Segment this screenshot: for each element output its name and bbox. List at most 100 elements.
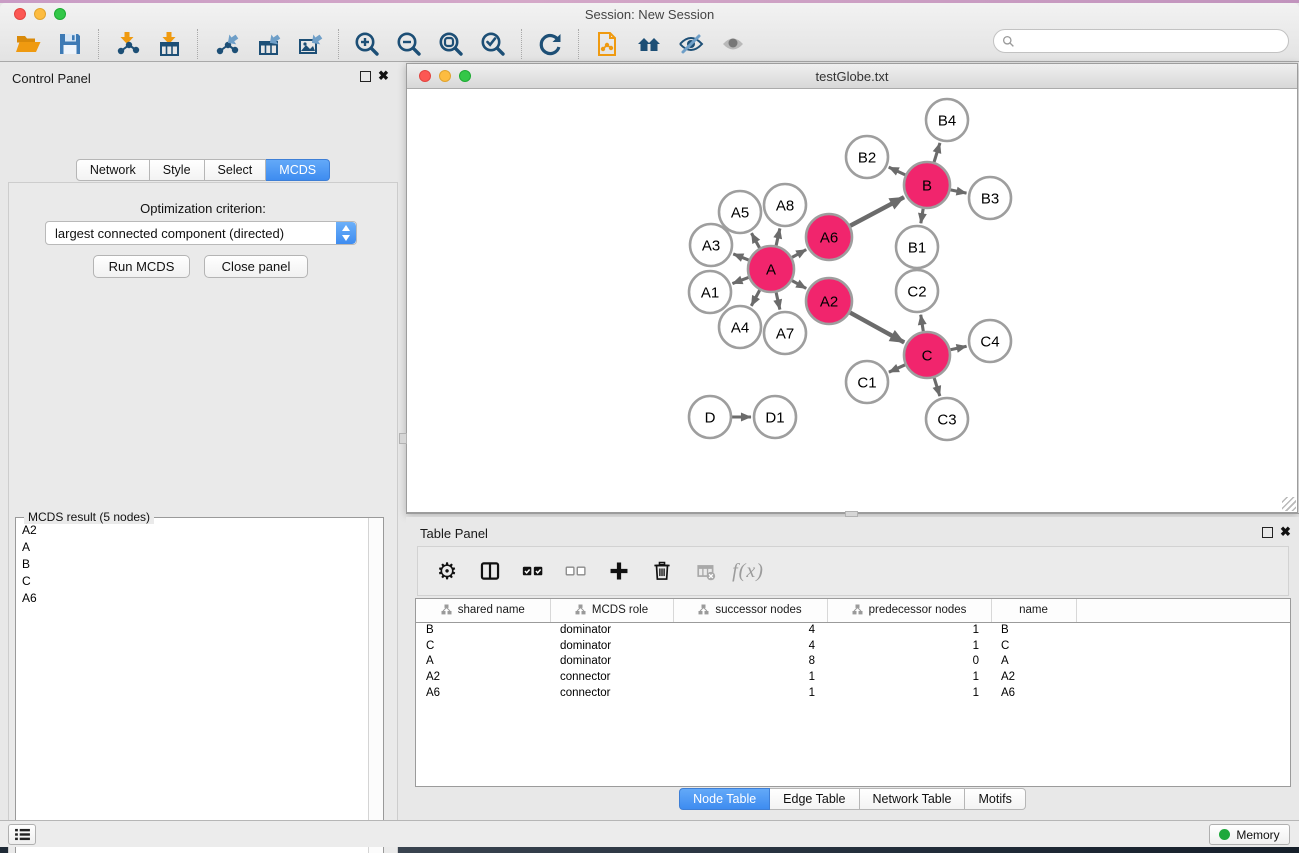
table-cell[interactable]: 1	[827, 638, 991, 654]
export-network-icon[interactable]	[212, 30, 240, 58]
table-cell[interactable]: A	[416, 653, 550, 669]
graph-edge-A2-C[interactable]	[850, 313, 904, 343]
graph-node-A2[interactable]: A2	[806, 278, 852, 324]
memory-button[interactable]: Memory	[1209, 824, 1290, 845]
table-close-panel-icon[interactable]: ✖	[1280, 524, 1291, 540]
add-column-icon[interactable]	[606, 558, 632, 584]
table-cell[interactable]: A2	[991, 669, 1076, 685]
table-cell[interactable]: B	[416, 622, 550, 638]
graph-node-C3[interactable]: C3	[926, 398, 968, 440]
graph-edge-A-A5[interactable]	[751, 233, 759, 248]
vertical-splitter-grip[interactable]	[399, 433, 407, 444]
table-tab-edge-table[interactable]: Edge Table	[770, 788, 859, 810]
graph-node-C4[interactable]: C4	[969, 320, 1011, 362]
delete-table-icon[interactable]	[692, 558, 718, 584]
table-row[interactable]: A2connector11A2	[416, 669, 1290, 685]
run-mcds-button[interactable]: Run MCDS	[93, 255, 190, 278]
graph-node-B[interactable]: B	[904, 162, 950, 208]
graph-edge-B-B2[interactable]	[889, 167, 906, 175]
column-header-name[interactable]: name	[991, 599, 1076, 622]
column-header-shared-name[interactable]: shared name	[416, 599, 550, 622]
table-float-panel-icon[interactable]	[1262, 527, 1273, 538]
split-columns-icon[interactable]	[477, 558, 503, 584]
table-cell[interactable]: A	[991, 653, 1076, 669]
table-row[interactable]: A6connector11A6	[416, 685, 1290, 701]
result-item[interactable]: B	[16, 555, 368, 572]
table-cell[interactable]: A6	[416, 685, 550, 701]
tab-network[interactable]: Network	[76, 159, 150, 181]
graph-edge-A-A2[interactable]	[792, 281, 806, 289]
function-builder-icon[interactable]: f(x)	[735, 558, 761, 584]
close-panel-button[interactable]: Close panel	[204, 255, 308, 278]
settings-icon[interactable]: ⚙	[434, 558, 460, 584]
table-row[interactable]: Adominator80A	[416, 653, 1290, 669]
graph-edge-A-A6[interactable]	[792, 250, 806, 258]
zoom-out-icon[interactable]	[395, 30, 423, 58]
hide-selected-icon[interactable]	[677, 30, 705, 58]
select-all-columns-icon[interactable]	[520, 558, 546, 584]
table-cell[interactable]: dominator	[550, 653, 673, 669]
tab-style[interactable]: Style	[150, 159, 205, 181]
graph-node-A1[interactable]: A1	[689, 271, 731, 313]
titlebar[interactable]: Session: New Session	[0, 3, 1299, 24]
table-tab-network-table[interactable]: Network Table	[860, 788, 966, 810]
table-cell[interactable]: 1	[827, 685, 991, 701]
table-cell[interactable]: C	[991, 638, 1076, 654]
result-item[interactable]: A6	[16, 589, 368, 606]
graph-node-B3[interactable]: B3	[969, 177, 1011, 219]
search-field[interactable]	[993, 29, 1289, 53]
table-cell[interactable]: connector	[550, 685, 673, 701]
clone-network-icon[interactable]	[593, 30, 621, 58]
table-cell[interactable]: 1	[673, 685, 827, 701]
table-cell[interactable]: 4	[673, 638, 827, 654]
table-cell[interactable]: A2	[416, 669, 550, 685]
graph-node-D[interactable]: D	[689, 396, 731, 438]
table-cell[interactable]: 8	[673, 653, 827, 669]
graph-node-A5[interactable]: A5	[719, 191, 761, 233]
show-all-icon[interactable]	[719, 30, 747, 58]
graph-node-A[interactable]: A	[748, 246, 794, 292]
export-image-icon[interactable]	[296, 30, 324, 58]
column-header-MCDS-role[interactable]: MCDS role	[550, 599, 673, 622]
table-cell[interactable]: connector	[550, 669, 673, 685]
network-canvas[interactable]: B4B2BB3A5A8A6B1A3AC2A1A2A4A7C4CC1C3DD1	[407, 89, 1297, 512]
graph-edge-B-B1[interactable]	[921, 209, 923, 224]
table-cell[interactable]: A6	[991, 685, 1076, 701]
network-window-titlebar[interactable]: testGlobe.txt	[407, 64, 1297, 89]
first-neighbors-icon[interactable]	[635, 30, 663, 58]
close-panel-icon[interactable]: ✖	[378, 68, 389, 84]
graph-edge-C-C1[interactable]	[889, 365, 905, 372]
table-tab-node-table[interactable]: Node Table	[679, 788, 770, 810]
graph-node-D1[interactable]: D1	[754, 396, 796, 438]
graph-node-A6[interactable]: A6	[806, 214, 852, 260]
graph-edge-A-A8[interactable]	[776, 228, 780, 245]
graph-edge-C-C3[interactable]	[934, 378, 940, 396]
table-cell[interactable]: 1	[673, 669, 827, 685]
graph-node-A7[interactable]: A7	[764, 312, 806, 354]
table-cell[interactable]: 4	[673, 622, 827, 638]
task-history-button[interactable]	[8, 824, 36, 845]
table-tab-motifs[interactable]: Motifs	[965, 788, 1025, 810]
zoom-fit-icon[interactable]	[437, 30, 465, 58]
save-session-icon[interactable]	[56, 30, 84, 58]
result-item[interactable]: A2	[16, 521, 368, 538]
graph-node-B4[interactable]: B4	[926, 99, 968, 141]
deselect-all-columns-icon[interactable]	[563, 558, 589, 584]
column-header-predecessor-nodes[interactable]: predecessor nodes	[827, 599, 991, 622]
import-network-icon[interactable]	[113, 30, 141, 58]
table-row[interactable]: Bdominator41B	[416, 622, 1290, 638]
graph-edge-C-C4[interactable]	[950, 346, 966, 350]
graph-node-C2[interactable]: C2	[896, 270, 938, 312]
graph-node-B1[interactable]: B1	[896, 226, 938, 268]
graph-edge-A-A1[interactable]	[732, 277, 748, 283]
graph-node-C[interactable]: C	[904, 332, 950, 378]
float-panel-icon[interactable]	[360, 71, 371, 82]
zoom-in-icon[interactable]	[353, 30, 381, 58]
graph-edge-B-B4[interactable]	[934, 143, 940, 162]
tab-select[interactable]: Select	[205, 159, 267, 181]
graph-node-A4[interactable]: A4	[719, 306, 761, 348]
graph-edge-A-A4[interactable]	[751, 290, 759, 306]
graph-edge-A6-B[interactable]	[850, 197, 904, 226]
tab-mcds[interactable]: MCDS	[266, 159, 330, 181]
table-row[interactable]: Cdominator41C	[416, 638, 1290, 654]
